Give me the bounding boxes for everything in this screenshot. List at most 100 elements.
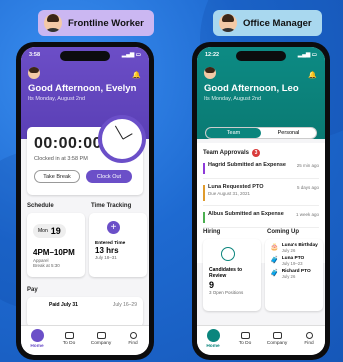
- status-time: 12:22: [205, 52, 220, 58]
- team-personal-tabs: Team Personal: [205, 127, 317, 139]
- manager-screen: 12:22 ▂▄▆ ▭ 🔔 Good Afternoon, Leo Its Mo…: [197, 47, 325, 355]
- pay-text: Paid July 31: [49, 302, 78, 308]
- status-bar-marker: [203, 163, 205, 174]
- approval-item[interactable]: Hagrid Submitted an Expense 25 min ago: [203, 162, 319, 179]
- hiring-heading: Hiring: [203, 229, 221, 235]
- clock-out-button[interactable]: Clock Out: [86, 170, 132, 183]
- nav-home[interactable]: Home: [201, 329, 225, 349]
- tab-team[interactable]: Team: [206, 128, 261, 138]
- frontline-worker-text: Frontline Worker: [68, 17, 144, 29]
- nav-todo[interactable]: To Do: [233, 332, 257, 346]
- pay-range: July 16–29: [112, 302, 137, 308]
- status-time: 3:58: [29, 52, 41, 58]
- hiring-card[interactable]: Candidates to Review 9 3 Open Positions: [203, 239, 261, 311]
- user-avatar[interactable]: [28, 67, 40, 79]
- coming-date: July 26: [281, 274, 296, 279]
- office-manager-label: Office Manager: [213, 10, 322, 36]
- add-icon[interactable]: +: [107, 221, 120, 234]
- coming-up-heading: Coming Up: [267, 229, 299, 235]
- approvals-badge: 3: [252, 149, 261, 157]
- nav-label: Find: [304, 341, 314, 346]
- luggage-icon: 🧳: [270, 257, 279, 264]
- nav-label: To Do: [238, 341, 252, 346]
- coming-date: July 19–23: [281, 261, 303, 266]
- candidates-label: Candidates to Review: [209, 267, 243, 279]
- manager-avatar: [219, 14, 237, 32]
- status-bar: 3:58 ▂▄▆ ▭: [29, 52, 141, 58]
- approval-time: 1 week ago: [295, 212, 319, 217]
- bell-icon[interactable]: 🔔: [308, 71, 317, 79]
- signal-icon: ▂▄▆ ▭: [297, 52, 317, 58]
- take-break-button[interactable]: Take Break: [34, 170, 80, 183]
- inbox-icon: [64, 332, 74, 339]
- schedule-day: Mon: [38, 228, 48, 234]
- schedule-time: 4PM–10PM: [33, 248, 75, 257]
- birthday-icon: 🎂: [270, 244, 279, 251]
- nav-label: Home: [30, 344, 44, 349]
- nav-company[interactable]: Company: [89, 332, 113, 346]
- office-manager-text: Office Manager: [243, 17, 312, 29]
- nav-find[interactable]: Find: [121, 332, 145, 346]
- home-icon: [30, 329, 44, 342]
- search-icon: [305, 332, 313, 339]
- status-bar-marker: [203, 212, 205, 223]
- nav-label: Company: [266, 341, 288, 346]
- coming-date: July 26: [281, 248, 296, 253]
- manager-phone: 12:22 ▂▄▆ ▭ 🔔 Good Afternoon, Leo Its Mo…: [192, 42, 330, 360]
- clock-card: 00:00:00 Clocked in at 3:58 PM Take Brea…: [27, 115, 146, 195]
- worker-phone: 3:58 ▂▄▆ ▭ 🔔 Good Afternoon, Evelyn Its …: [16, 42, 154, 360]
- status-bar-marker: [203, 185, 205, 201]
- schedule-card[interactable]: Mon 19 4PM–10PM Apparel Break at 5:30: [27, 213, 85, 277]
- nav-label: Home: [206, 344, 220, 349]
- clock-icon: [98, 115, 146, 163]
- entered-time-range: July 18–31: [95, 255, 117, 260]
- nav-find[interactable]: Find: [297, 332, 321, 346]
- company-icon: [272, 332, 282, 339]
- pay-card[interactable]: Paid July 31 July 16–29: [27, 297, 143, 327]
- frontline-worker-label: Frontline Worker: [38, 10, 154, 36]
- worker-screen: 3:58 ▂▄▆ ▭ 🔔 Good Afternoon, Evelyn Its …: [21, 47, 149, 355]
- luggage-icon: 🧳: [270, 270, 279, 277]
- inbox-icon: [240, 332, 250, 339]
- nav-home[interactable]: Home: [25, 329, 49, 349]
- approvals-heading: Team Approvals: [203, 150, 250, 156]
- bottom-nav: Home To Do Company Find: [21, 325, 149, 355]
- status-bar: 12:22 ▂▄▆ ▭: [205, 52, 317, 58]
- nav-company[interactable]: Company: [265, 332, 289, 346]
- approval-item[interactable]: Luna Requested PTO 5 days ago Due August…: [203, 184, 319, 206]
- nav-label: Company: [90, 341, 112, 346]
- coming-up-card[interactable]: 🎂 Luna's Birthday July 26 🧳 Luna PTO Jul…: [265, 239, 323, 311]
- coming-item[interactable]: 🎂 Luna's Birthday July 26: [270, 243, 318, 253]
- candidates-count: 9: [209, 280, 215, 290]
- bell-icon[interactable]: 🔔: [132, 71, 141, 79]
- approval-text: Luna Requested PTO: [208, 184, 264, 190]
- user-avatar[interactable]: [204, 67, 216, 79]
- entered-time-value: 13 hrs: [95, 246, 119, 255]
- time-tracking-heading: Time Tracking: [91, 203, 132, 209]
- coming-item[interactable]: 🧳 Luna PTO July 19–23: [270, 256, 318, 266]
- home-icon: [206, 329, 220, 342]
- approval-time: 5 days ago: [296, 185, 319, 190]
- worker-avatar: [44, 14, 62, 32]
- approval-time: 25 min ago: [296, 163, 319, 168]
- date-text: Its Monday, August 2nd: [204, 96, 262, 102]
- greeting: Good Afternoon, Evelyn: [28, 83, 137, 94]
- nav-label: Find: [128, 341, 138, 346]
- signal-icon: ▂▄▆ ▭: [121, 52, 141, 58]
- tab-personal[interactable]: Personal: [261, 128, 316, 138]
- schedule-heading: Schedule: [27, 203, 54, 209]
- candidate-icon: [221, 247, 235, 261]
- search-icon: [129, 332, 137, 339]
- nav-label: To Do: [62, 341, 76, 346]
- coming-item[interactable]: 🧳 Richard PTO July 26: [270, 269, 318, 279]
- company-icon: [96, 332, 106, 339]
- approval-text: Hagrid Submitted an Expense: [208, 162, 286, 168]
- date-text: Its Monday, August 2nd: [28, 96, 86, 102]
- schedule-break: Break at 5:30: [33, 263, 60, 268]
- approval-item[interactable]: Albus Submitted an Expense 1 week ago: [203, 211, 319, 228]
- bottom-nav: Home To Do Company Find: [197, 325, 325, 355]
- greeting: Good Afternoon, Leo: [204, 83, 299, 94]
- time-tracking-card[interactable]: + Entered Time 13 hrs July 18–31: [89, 213, 147, 277]
- nav-todo[interactable]: To Do: [57, 332, 81, 346]
- open-positions: 3 Open Positions: [209, 290, 244, 295]
